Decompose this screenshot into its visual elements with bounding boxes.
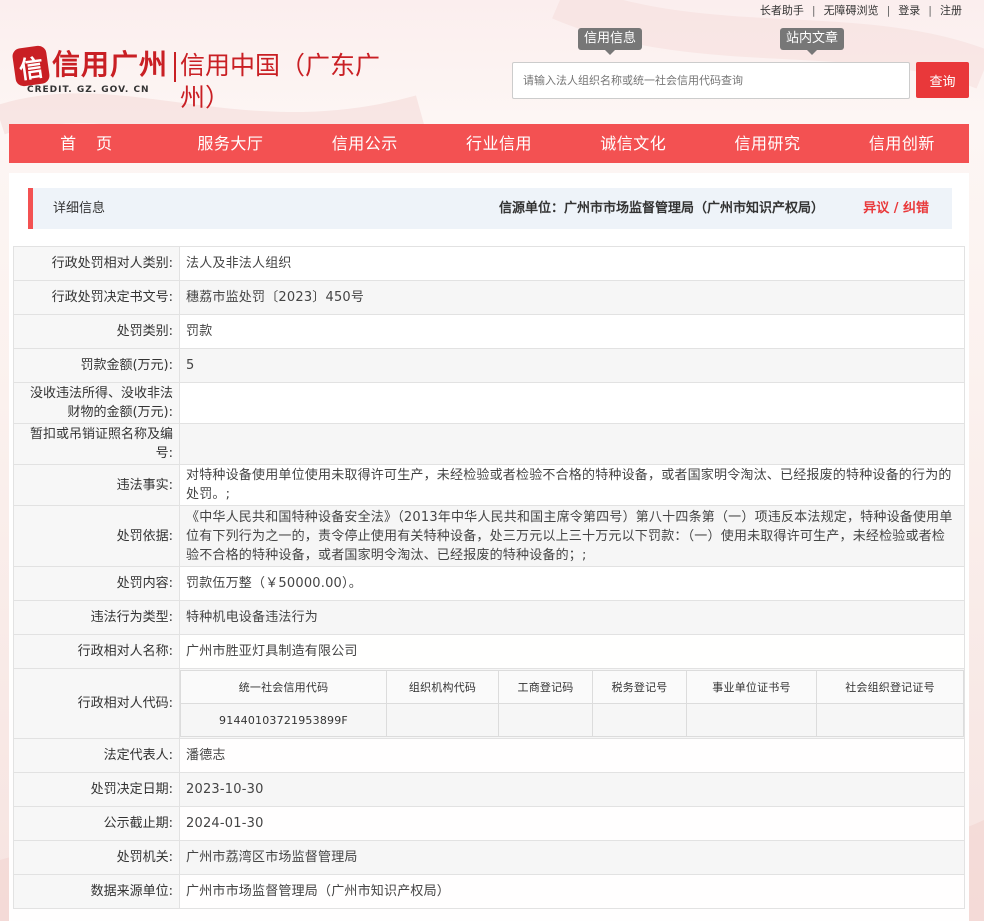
table-row: 违法事实: 对特种设备使用单位使用未取得许可生产，未经检验或者检验不合格的特种设… xyxy=(13,464,965,506)
logo-sub-text: 信用中国（广东广州） xyxy=(180,51,381,112)
code-value xyxy=(816,703,964,737)
row-label: 行政处罚决定书文号: xyxy=(13,280,180,315)
table-row: 处罚内容: 罚款伍万整（￥50000.00）。 xyxy=(13,566,965,601)
row-value: 2024-01-30 xyxy=(179,806,965,841)
content-panel: 详细信息 信源单位：广州市市场监督管理局（广州市知识产权局） 异议 / 纠错 行… xyxy=(9,173,969,921)
tab-credit-info[interactable]: 信用信息 xyxy=(578,28,643,55)
nav-credit-research[interactable]: 信用研究 xyxy=(700,124,834,163)
code-value xyxy=(498,703,593,737)
code-value xyxy=(592,703,687,737)
row-value: 广州市胜亚灯具制造有限公司 xyxy=(179,634,965,669)
row-label: 行政相对人名称: xyxy=(13,634,180,669)
code-header: 社会组织登记证号 xyxy=(816,670,964,704)
row-label: 违法事实: xyxy=(13,464,180,506)
code-header: 统一社会信用代码 xyxy=(180,670,387,704)
row-value: 广州市市场监督管理局（广州市知识产权局） xyxy=(179,874,965,909)
row-value: 广州市荔湾区市场监督管理局 xyxy=(179,840,965,875)
objection-link[interactable]: 异议 / 纠错 xyxy=(863,188,929,229)
row-label: 行政处罚相对人类别: xyxy=(13,246,180,281)
row-label: 违法行为类型: xyxy=(13,600,180,635)
register-link[interactable]: 注册 xyxy=(932,2,970,18)
tab-site-articles[interactable]: 站内文章 xyxy=(780,28,845,55)
logo-main-text: 信用广州 xyxy=(52,48,169,81)
table-row: 行政处罚决定书文号: 穗荔市监处罚〔2023〕450号 xyxy=(13,280,965,315)
table-row: 处罚决定日期: 2023-10-30 xyxy=(13,772,965,807)
detail-table: 行政处罚相对人类别: 法人及非法人组织 行政处罚决定书文号: 穗荔市监处罚〔20… xyxy=(13,246,965,909)
logo-divider xyxy=(174,52,176,82)
table-row: 处罚依据: 《中华人民共和国特种设备安全法》（2013年中华人民共和国主席令第四… xyxy=(13,505,965,567)
row-value: 法人及非法人组织 xyxy=(179,246,965,281)
top-links: 长者助手 | 无障碍浏览 | 登录 | 注册 xyxy=(752,2,970,18)
code-header: 工商登记码 xyxy=(498,670,593,704)
logo-url-text: CREDIT. GZ. GOV. CN xyxy=(27,85,150,95)
search-button[interactable]: 查询 xyxy=(916,62,969,98)
row-label: 处罚内容: xyxy=(13,566,180,601)
detail-title: 详细信息 xyxy=(53,201,106,216)
row-value: 特种机电设备违法行为 xyxy=(179,600,965,635)
row-label: 没收违法所得、没收非法财物的金额(万元): xyxy=(13,382,180,424)
row-label: 行政相对人代码: xyxy=(13,668,180,739)
row-value: 穗荔市监处罚〔2023〕450号 xyxy=(179,280,965,315)
search-input[interactable] xyxy=(512,62,910,99)
code-header: 组织机构代码 xyxy=(386,670,499,704)
row-value: 5 xyxy=(179,348,965,383)
main-nav: 首页 服务大厅 信用公示 行业信用 诚信文化 信用研究 信用创新 xyxy=(9,124,969,163)
row-label: 处罚依据: xyxy=(13,505,180,567)
table-row: 处罚类别: 罚款 xyxy=(13,314,965,349)
row-label: 处罚决定日期: xyxy=(13,772,180,807)
login-link[interactable]: 登录 xyxy=(890,2,928,18)
table-row: 罚款金额(万元): 5 xyxy=(13,348,965,383)
nav-integrity-culture[interactable]: 诚信文化 xyxy=(566,124,700,163)
code-cell: 统一社会信用代码 组织机构代码 工商登记码 税务登记号 事业单位证书号 社会组织… xyxy=(179,668,965,739)
nav-credit-publicity[interactable]: 信用公示 xyxy=(298,124,432,163)
nav-service-hall[interactable]: 服务大厅 xyxy=(163,124,297,163)
row-value: 罚款伍万整（￥50000.00）。 xyxy=(179,566,965,601)
table-row: 法定代表人: 潘德志 xyxy=(13,738,965,773)
row-label: 法定代表人: xyxy=(13,738,180,773)
table-row: 行政相对人代码: 统一社会信用代码 组织机构代码 工商登记码 税务登记号 事业单… xyxy=(13,668,965,739)
table-row: 没收违法所得、没收非法财物的金额(万元): xyxy=(13,382,965,424)
site-logo[interactable]: 信 信用广州 信用中国（广东广州） CREDIT. GZ. GOV. CN xyxy=(11,44,414,112)
code-value xyxy=(386,703,499,737)
logo-seal-icon: 信 xyxy=(11,44,51,88)
row-label: 暂扣或吊销证照名称及编号: xyxy=(13,423,180,465)
accessibility-link[interactable]: 无障碍浏览 xyxy=(816,2,887,18)
code-value xyxy=(686,703,817,737)
row-label: 数据来源单位: xyxy=(13,874,180,909)
search-tabs: 信用信息 站内文章 xyxy=(578,28,848,55)
code-table: 统一社会信用代码 组织机构代码 工商登记码 税务登记号 事业单位证书号 社会组织… xyxy=(180,670,964,737)
table-row: 公示截止期: 2024-01-30 xyxy=(13,806,965,841)
nav-industry-credit[interactable]: 行业信用 xyxy=(432,124,566,163)
row-label: 处罚机关: xyxy=(13,840,180,875)
elder-helper-link[interactable]: 长者助手 xyxy=(752,2,812,18)
code-value: 91440103721953899F xyxy=(180,703,387,737)
row-value xyxy=(179,382,965,424)
table-row: 行政处罚相对人类别: 法人及非法人组织 xyxy=(13,246,965,281)
nav-home[interactable]: 首页 xyxy=(9,124,163,163)
code-header: 事业单位证书号 xyxy=(686,670,817,704)
row-value: 对特种设备使用单位使用未取得许可生产，未经检验或者检验不合格的特种设备，或者国家… xyxy=(179,464,965,506)
row-value xyxy=(179,423,965,465)
nav-credit-innovation[interactable]: 信用创新 xyxy=(835,124,969,163)
table-row: 处罚机关: 广州市荔湾区市场监督管理局 xyxy=(13,840,965,875)
row-label: 公示截止期: xyxy=(13,806,180,841)
table-row: 违法行为类型: 特种机电设备违法行为 xyxy=(13,600,965,635)
table-row: 暂扣或吊销证照名称及编号: xyxy=(13,423,965,465)
detail-header: 详细信息 信源单位：广州市市场监督管理局（广州市知识产权局） 异议 / 纠错 xyxy=(28,188,952,229)
row-value: 潘德志 xyxy=(179,738,965,773)
row-label: 处罚类别: xyxy=(13,314,180,349)
table-row: 行政相对人名称: 广州市胜亚灯具制造有限公司 xyxy=(13,634,965,669)
table-row: 数据来源单位: 广州市市场监督管理局（广州市知识产权局） xyxy=(13,874,965,909)
source-unit: 信源单位：广州市市场监督管理局（广州市知识产权局） xyxy=(498,201,824,216)
row-value: 2023-10-30 xyxy=(179,772,965,807)
row-value: 罚款 xyxy=(179,314,965,349)
row-value: 《中华人民共和国特种设备安全法》（2013年中华人民共和国主席令第四号）第八十四… xyxy=(179,505,965,567)
row-label: 罚款金额(万元): xyxy=(13,348,180,383)
code-header: 税务登记号 xyxy=(592,670,687,704)
